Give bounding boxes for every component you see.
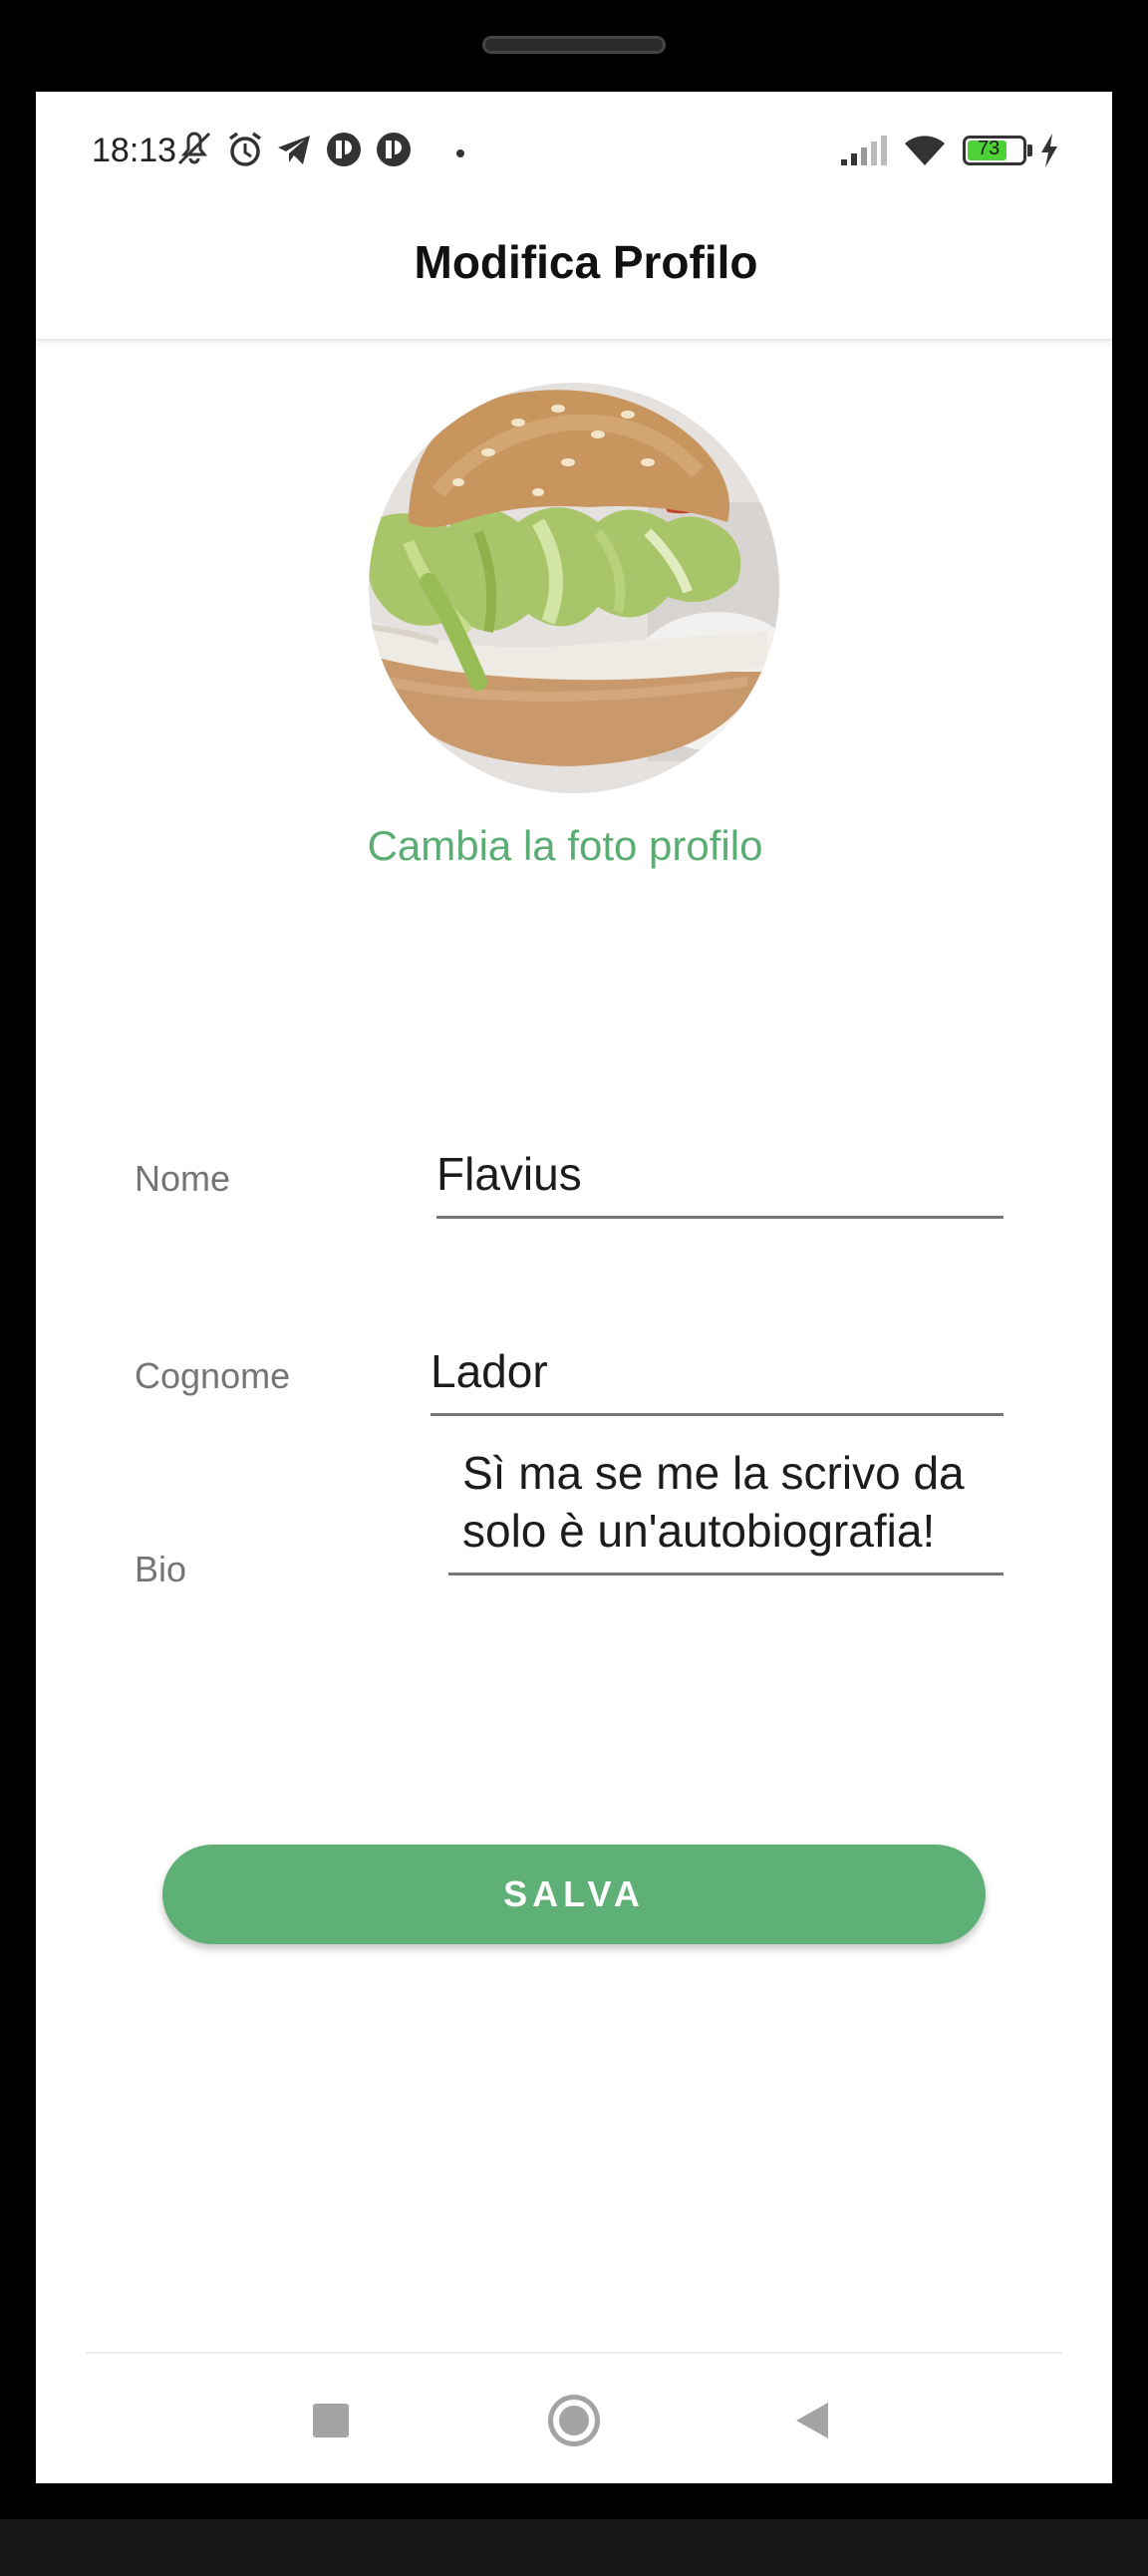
status-time: 18:13 [92,132,177,169]
nome-input[interactable] [436,1138,1004,1219]
avatar[interactable] [369,383,779,793]
status-bar: 18:13 73 [36,92,1112,213]
screen: 18:13 73 Modifica Profilo Cambia la foto… [36,92,1112,2483]
vibrate-off-icon [177,132,211,165]
save-button[interactable]: SALVA [162,1845,986,1944]
app-icon [377,133,411,166]
cognome-label: Cognome [135,1355,291,1396]
change-photo-link[interactable]: Cambia la foto profilo [36,822,1112,870]
nome-label: Nome [135,1158,231,1199]
battery-level: 73 [978,138,1001,159]
page-title: Modifica Profilo [414,236,758,288]
wifi-icon [905,136,945,165]
dot-icon [456,149,464,157]
back-icon[interactable] [796,2403,828,2438]
battery-icon: 73 [963,136,1026,165]
home-icon-inner [559,2406,589,2435]
cognome-input[interactable] [430,1335,1004,1416]
bio-label: Bio [135,1549,187,1589]
bottom-bezel [0,2519,1148,2576]
app-icon [327,133,361,166]
alarm-icon [228,132,262,166]
hamburger-photo [369,383,779,793]
charging-icon [1041,134,1057,167]
phone-frame: 18:13 73 Modifica Profilo Cambia la foto… [0,0,1148,2576]
bio-input[interactable]: Sì ma se me la scrivo da solo è un'autob… [448,1444,1004,1575]
recent-apps-icon[interactable] [313,2404,349,2437]
phone-speaker [482,36,666,54]
telegram-icon [278,136,310,164]
signal-icon [841,136,887,165]
battery-tip [1027,144,1032,156]
